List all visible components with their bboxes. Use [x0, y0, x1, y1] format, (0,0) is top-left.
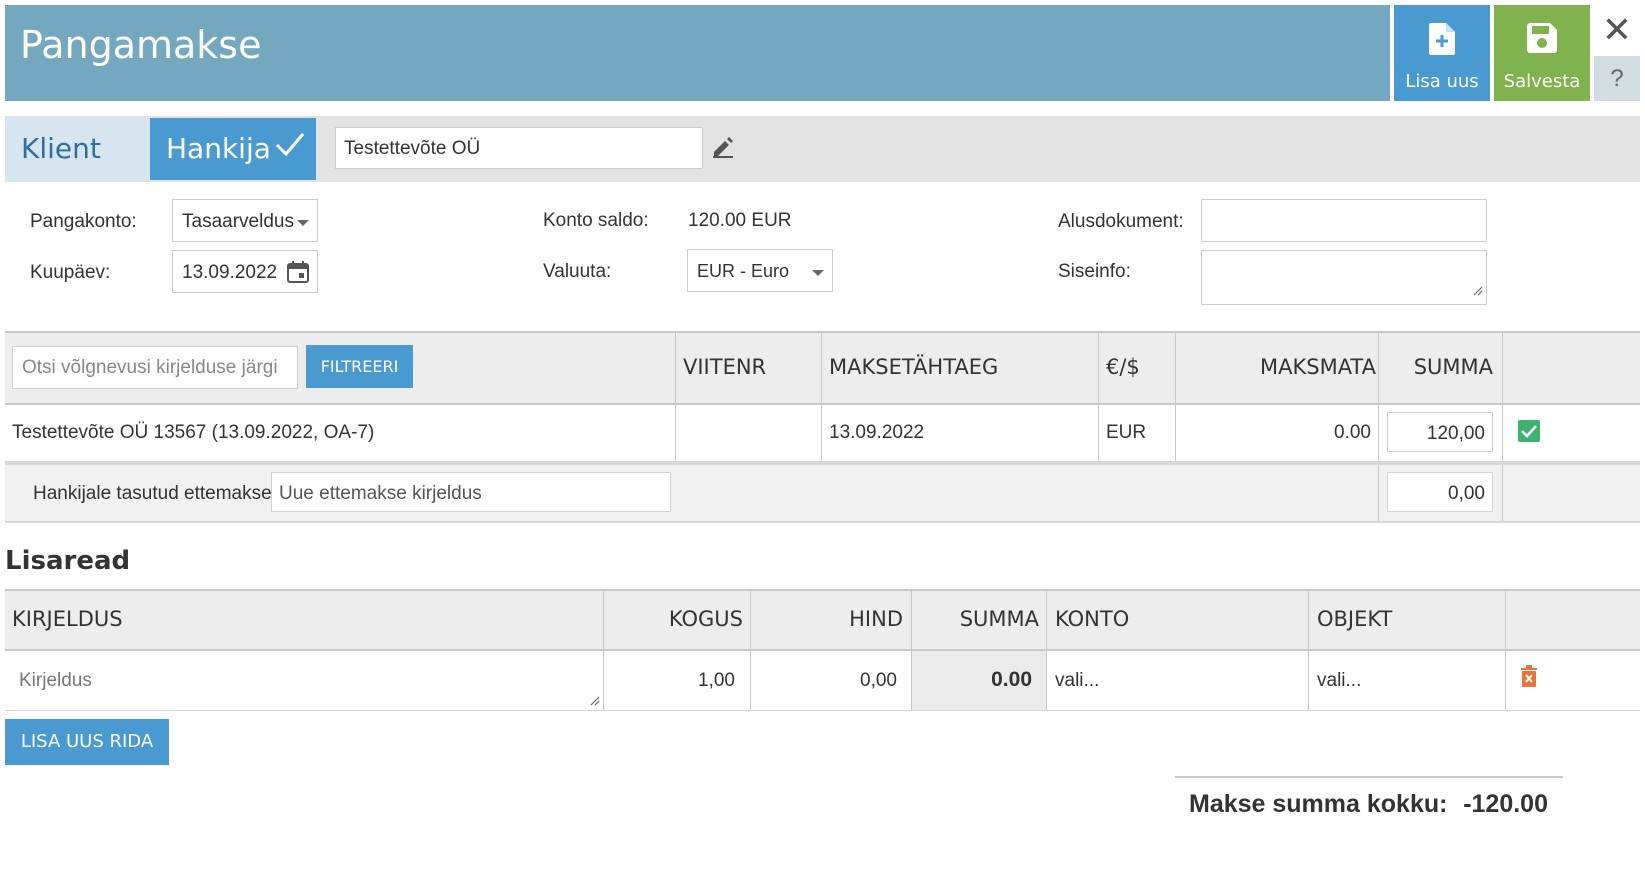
- prepayment-sum-input[interactable]: 0,00: [1387, 472, 1493, 512]
- col-sum: SUMMA: [1413, 355, 1493, 379]
- total-label: Makse summa kokku:: [1189, 790, 1448, 818]
- col-currency: €/$: [1106, 355, 1140, 379]
- internal-info-textarea[interactable]: [1201, 250, 1487, 305]
- chevron-down-icon: [297, 220, 309, 226]
- add-new-button[interactable]: Lisa uus: [1394, 5, 1490, 101]
- col-due: MAKSETÄHTAEG: [829, 355, 999, 379]
- bank-account-label: Pangakonto:: [30, 211, 137, 232]
- debt-currency: EUR: [1106, 422, 1147, 443]
- col-unpaid: MAKSMATA: [1259, 355, 1376, 379]
- extra-object-select[interactable]: vali...: [1317, 670, 1361, 692]
- total-value: -120.00: [1463, 790, 1548, 818]
- party-name-field[interactable]: Testettevõte OÜ: [335, 127, 703, 169]
- date-field[interactable]: 13.09.2022: [172, 250, 318, 293]
- delete-trash-icon[interactable]: [1520, 665, 1538, 692]
- col-ref: VIITENR: [683, 355, 767, 379]
- save-button[interactable]: Salvesta: [1494, 5, 1590, 101]
- debt-unpaid: 0.00: [1334, 422, 1371, 443]
- add-row-button[interactable]: LISA UUS RIDA: [5, 719, 169, 765]
- chevron-down-icon: [812, 270, 824, 276]
- help-button[interactable]: ?: [1594, 56, 1640, 101]
- save-label: Salvesta: [1503, 71, 1581, 92]
- close-icon[interactable]: ✕: [1594, 8, 1640, 52]
- col-object: OBJEKT: [1317, 607, 1393, 631]
- extra-rows-table: KIRJELDUS KOGUS HIND SUMMA KONTO OBJEKT …: [5, 589, 1640, 712]
- col-sum: SUMMA: [959, 607, 1039, 631]
- page-title: Pangamakse: [20, 23, 262, 67]
- title-bar: Pangamakse: [5, 5, 1390, 101]
- check-icon: [274, 130, 306, 165]
- currency-value: EUR - Euro: [697, 261, 790, 281]
- resize-handle-icon[interactable]: [590, 693, 600, 711]
- debts-table: Otsi võlgnevusi kirjelduse järgi FILTREE…: [5, 331, 1640, 523]
- debt-search-input[interactable]: Otsi võlgnevusi kirjelduse järgi: [12, 346, 298, 389]
- extra-qty-input[interactable]: 1,00: [609, 670, 735, 692]
- extra-price-input[interactable]: 0,00: [755, 670, 897, 692]
- total-divider: [1175, 776, 1563, 778]
- col-account: KONTO: [1055, 607, 1130, 631]
- tab-supplier-label: Hankija: [166, 132, 271, 165]
- new-document-icon: [1429, 23, 1455, 60]
- debt-sum-input[interactable]: 120,00: [1387, 412, 1493, 452]
- bank-account-value: Tasaarveldus: [182, 211, 294, 232]
- party-selector: Klient Hankija Testettevõte OÜ: [5, 116, 1640, 182]
- col-qty: KOGUS: [668, 607, 743, 631]
- col-price: HIND: [849, 607, 903, 631]
- internal-info-label: Siseinfo:: [1058, 261, 1131, 282]
- currency-select[interactable]: EUR - Euro: [687, 249, 833, 292]
- extra-description-textarea[interactable]: Kirjeldus: [19, 670, 92, 692]
- save-disk-icon: [1527, 23, 1557, 58]
- currency-label: Valuuta:: [543, 261, 612, 282]
- balance-label: Konto saldo:: [543, 210, 649, 231]
- date-label: Kuupäev:: [30, 262, 111, 283]
- extra-account-select[interactable]: vali...: [1055, 670, 1099, 692]
- bank-account-select[interactable]: Tasaarveldus: [172, 199, 318, 242]
- prepayment-description-input[interactable]: Uue ettemakse kirjeldus: [271, 472, 671, 512]
- resize-handle-icon[interactable]: [1473, 280, 1483, 302]
- checkbox-checked-icon[interactable]: [1518, 420, 1540, 447]
- debt-due-date: 13.09.2022: [829, 422, 925, 443]
- filter-button[interactable]: FILTREERI: [306, 345, 413, 388]
- basis-doc-input[interactable]: [1201, 199, 1487, 242]
- extra-sum-value: 0.00: [991, 668, 1032, 691]
- col-description: KIRJELDUS: [12, 607, 123, 631]
- date-value: 13.09.2022: [182, 262, 278, 283]
- tab-supplier[interactable]: Hankija: [150, 118, 316, 180]
- extra-rows-title: Lisaread: [5, 546, 131, 576]
- prepayment-label: Hankijale tasutud ettemakse:: [33, 483, 277, 504]
- basis-doc-label: Alusdokument:: [1058, 211, 1184, 232]
- add-new-label: Lisa uus: [1405, 71, 1479, 92]
- debt-description: Testettevõte OÜ 13567 (13.09.2022, OA-7): [12, 422, 375, 443]
- calendar-icon[interactable]: [287, 261, 309, 289]
- edit-pencil-icon[interactable]: [712, 136, 734, 163]
- tab-client[interactable]: Klient: [5, 116, 150, 182]
- balance-value: 120.00 EUR: [688, 210, 792, 231]
